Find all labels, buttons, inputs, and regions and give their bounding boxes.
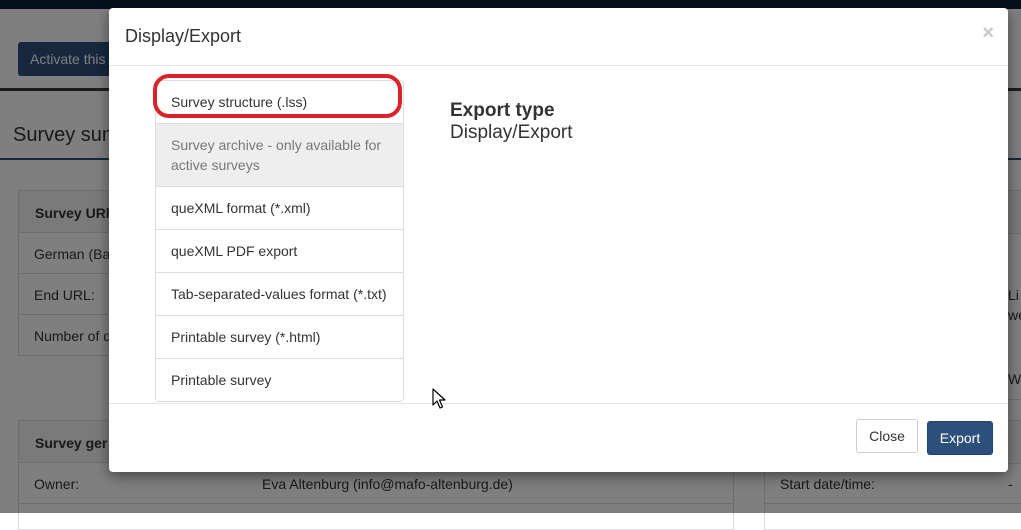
export-option-tsv[interactable]: Tab-separated-values format (*.txt) [156,272,403,315]
export-type-label: Export type [450,100,555,121]
modal-title: Display/Export [125,26,242,46]
export-option-printable-html[interactable]: Printable survey (*.html) [156,315,403,358]
close-button[interactable]: Close [856,419,918,453]
mouse-pointer-icon [432,388,446,409]
export-type-value: Display/Export [450,122,573,143]
export-option-survey-archive[interactable]: Survey archive - only available for acti… [156,123,403,186]
export-button[interactable]: Export [927,421,993,455]
export-option-printable-survey[interactable]: Printable survey [156,358,403,401]
export-option-quexml[interactable]: queXML format (*.xml) [156,186,403,229]
export-option-survey-structure[interactable]: Survey structure (.lss) [156,81,403,123]
close-icon[interactable]: × [982,22,994,45]
display-export-modal: Display/Export × Survey structure (.lss)… [109,8,1008,472]
export-option-quexml-pdf[interactable]: queXML PDF export [156,229,403,272]
modal-header: Display/Export × [109,8,1008,66]
export-options-list: Survey structure (.lss) Survey archive -… [155,80,404,402]
